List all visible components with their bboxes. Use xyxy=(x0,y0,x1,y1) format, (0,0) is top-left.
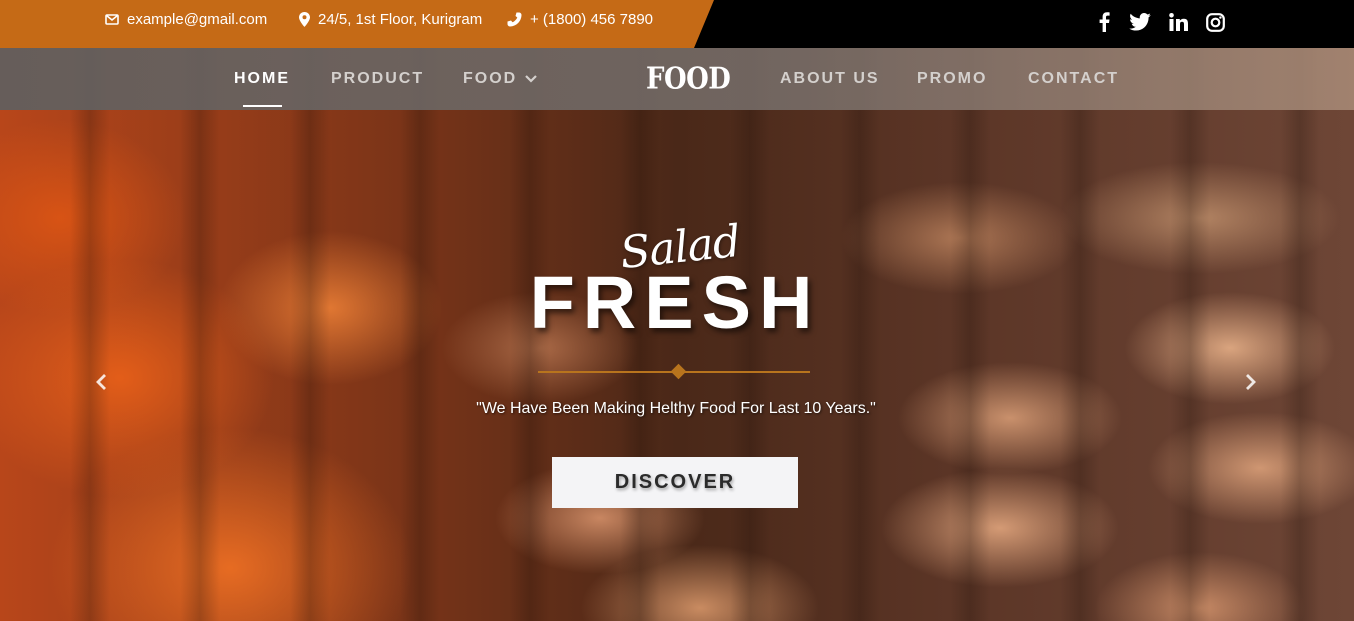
twitter-icon xyxy=(1129,13,1151,31)
carousel-next-arrow[interactable] xyxy=(1240,372,1260,392)
chevron-down-icon xyxy=(525,75,537,83)
carousel-prev-arrow[interactable] xyxy=(92,372,112,392)
nav-food-dropdown[interactable]: FOOD xyxy=(463,68,537,90)
nav-about-us[interactable]: ABOUT US xyxy=(780,68,880,90)
nav-promo[interactable]: PROMO xyxy=(917,68,987,90)
nav-food-label: FOOD xyxy=(463,70,518,87)
contact-address-text: 24/5, 1st Floor, Kurigram xyxy=(318,10,483,28)
nav-active-indicator xyxy=(243,105,282,107)
envelope-icon xyxy=(105,13,119,25)
twitter-link[interactable] xyxy=(1128,10,1152,34)
chevron-left-icon xyxy=(96,374,106,390)
phone-icon xyxy=(507,12,522,26)
linkedin-link[interactable] xyxy=(1166,10,1190,34)
contact-email[interactable]: example@gmail.com xyxy=(105,10,267,28)
map-marker-icon xyxy=(299,11,310,27)
facebook-link[interactable] xyxy=(1092,10,1116,34)
chevron-right-icon xyxy=(1246,374,1256,390)
facebook-icon xyxy=(1099,12,1110,32)
hero-tagline: "We Have Been Making Helthy Food For Las… xyxy=(476,400,876,417)
nav-contact[interactable]: CONTACT xyxy=(1028,68,1119,90)
nav-product[interactable]: PRODUCT xyxy=(331,68,424,90)
contact-address: 24/5, 1st Floor, Kurigram xyxy=(299,10,482,28)
top-contact-bar: example@gmail.com 24/5, 1st Floor, Kurig… xyxy=(0,0,1354,48)
contact-email-text: example@gmail.com xyxy=(127,10,268,28)
instagram-icon xyxy=(1205,12,1225,32)
nav-home[interactable]: HOME xyxy=(234,68,290,90)
hero-main-title: FRESH xyxy=(529,261,821,344)
brand-logo[interactable]: FOOD xyxy=(646,62,731,97)
contact-phone-text: + (1800) 456 7890 xyxy=(530,10,654,28)
discover-button[interactable]: DISCOVER xyxy=(552,457,798,508)
instagram-link[interactable] xyxy=(1203,10,1227,34)
contact-phone[interactable]: + (1800) 456 7890 xyxy=(507,10,653,28)
linkedin-icon xyxy=(1168,13,1188,31)
